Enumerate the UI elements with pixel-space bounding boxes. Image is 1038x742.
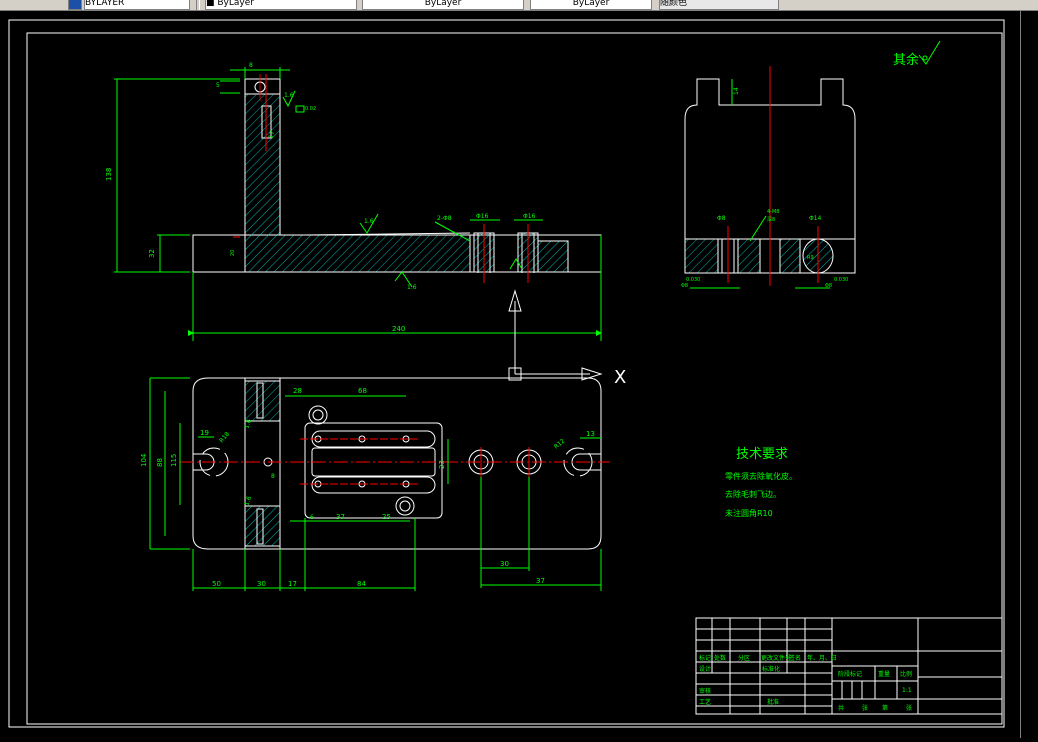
dim-b50: 50 [212, 580, 221, 588]
dim-top-5: 5 [216, 82, 220, 89]
linetype-value: ByLayer [424, 0, 462, 8]
tb-scale-value: 1:1 [902, 687, 912, 694]
surface-mark: 其余 [893, 52, 919, 68]
layer-combo[interactable]: BYLAYER [84, 0, 190, 10]
tb-stage: 阶段标记 [838, 670, 862, 678]
side-dim-depth: 深8 [767, 216, 775, 223]
plotstyle-combo[interactable]: 随颜色 [659, 0, 779, 10]
ucs-x-label: X [614, 367, 626, 388]
drawing-canvas[interactable]: 240 138 32 8 5 1.6 0.02 17 1.6 1.6 20 2-… [0, 11, 1020, 738]
side-dim-phi8: Φ8 [717, 215, 726, 222]
side-view: 14 Φ8 4-M8 深8 Φ14 R9 0.030 0.030 Φ8 Φ8 [681, 66, 856, 289]
side-a: Φ8 [681, 283, 688, 289]
tb-sheet: 张 [862, 704, 868, 712]
lineweight-combo[interactable]: ByLayer [530, 0, 652, 10]
dim-13: 13 [586, 430, 595, 438]
dim-overall-length: 240 [392, 325, 405, 333]
dim-37: 37 [336, 513, 345, 521]
tech-line-3: 未注圆角R10 [725, 509, 773, 518]
dim-height: 138 [105, 168, 113, 181]
side-tol-1: 0.030 [686, 277, 700, 283]
tb-process: 工艺 [699, 698, 711, 706]
plotstyle-value: 随颜色 [660, 0, 688, 8]
dim-88: 88 [156, 458, 164, 467]
tech-line-2: 去除毛刺飞边。 [725, 490, 781, 499]
side-tol-2: 0.030 [834, 277, 848, 283]
ucs-icon: X [508, 289, 626, 388]
tech-line-1: 零件须去除氧化皮。 [725, 472, 797, 481]
tb-weight: 重量 [878, 670, 890, 678]
tb-approve: 批准 [767, 698, 779, 706]
dim-base-h: 32 [148, 249, 156, 258]
front-view: 240 138 32 8 5 1.6 0.02 17 1.6 1.6 20 2-… [105, 62, 602, 341]
dim-104: 104 [140, 453, 148, 467]
dim-28: 28 [293, 387, 302, 395]
dim-23: 23 [438, 460, 446, 469]
hole-note: 2-Φ8 [437, 215, 452, 222]
tb-standard: 标准化 [762, 665, 780, 673]
dim-ra-c: 1.6 [407, 284, 417, 291]
side-dim-hole: 4-M8 [767, 209, 779, 215]
layer-combo-icon[interactable] [68, 0, 82, 10]
dim-r12: R12 [553, 437, 567, 450]
side-dim-r: R9 [807, 255, 814, 261]
color-value: ByLayer [217, 0, 254, 8]
dim-19: 19 [200, 429, 209, 437]
dim-8: 8 [271, 473, 275, 480]
dim-phi16-b: Φ16 [523, 213, 536, 220]
layer-value: BYLAYER [85, 0, 125, 8]
properties-toolbar: BYLAYER ■ ByLayer ByLayer ByLayer 随颜色 [0, 0, 1038, 11]
lineweight-value: ByLayer [572, 0, 610, 8]
tb-sign: 签名 [789, 654, 801, 662]
side-dim-phi14: Φ14 [809, 215, 822, 222]
tb-review: 审核 [699, 687, 711, 695]
dim-30: 30 [500, 560, 509, 568]
dim-b84: 84 [357, 580, 366, 588]
tb-mark: 标记 [699, 654, 711, 662]
dim-37b: 37 [536, 577, 545, 585]
color-combo[interactable]: ■ ByLayer [205, 0, 357, 10]
dim-top-w: 8 [249, 62, 253, 69]
side-dim-14: 14 [733, 87, 740, 95]
dim-b30: 30 [257, 580, 266, 588]
dim-b17: 17 [288, 580, 297, 588]
tb-zone: 分区 [738, 654, 750, 662]
dim-115: 115 [170, 454, 178, 467]
tb-design: 设计 [699, 665, 711, 673]
title-block [695, 617, 1003, 715]
tb-page2: 张 [906, 704, 912, 712]
dim-tol-a: 0.02 [305, 106, 316, 112]
tb-total: 共 [838, 704, 844, 712]
tech-title: 技术要求 [736, 447, 789, 462]
tb-page: 第 [882, 704, 888, 712]
tb-date: 年、月、日 [807, 654, 837, 662]
toolbar-separator [196, 0, 200, 10]
top-view: 104 88 115 28 68 23 19 R18 R12 13 1.6 1.… [140, 377, 610, 591]
linetype-combo[interactable]: ByLayer [362, 0, 524, 10]
dim-6: 6 [310, 514, 314, 521]
dim-25: 25 [382, 513, 391, 521]
tb-scale: 比例 [900, 670, 912, 678]
dim-r18: R18 [218, 431, 231, 445]
dim-phi16-a: Φ16 [476, 213, 489, 220]
dim-web: 20 [230, 250, 236, 256]
title-block-text: 标记 处数 分区 更改文件号 签名 年、月、日 设计 标准化 审核 工艺 批准 … [699, 654, 912, 712]
tb-count: 处数 [714, 654, 726, 662]
tb-change: 更改文件号 [761, 654, 791, 662]
cad-drawing: 240 138 32 8 5 1.6 0.02 17 1.6 1.6 20 2-… [8, 19, 1005, 728]
surface-roughness-note: 其余 [893, 40, 941, 68]
vertical-scrollbar[interactable] [1020, 11, 1038, 738]
dim-68: 68 [358, 387, 367, 395]
